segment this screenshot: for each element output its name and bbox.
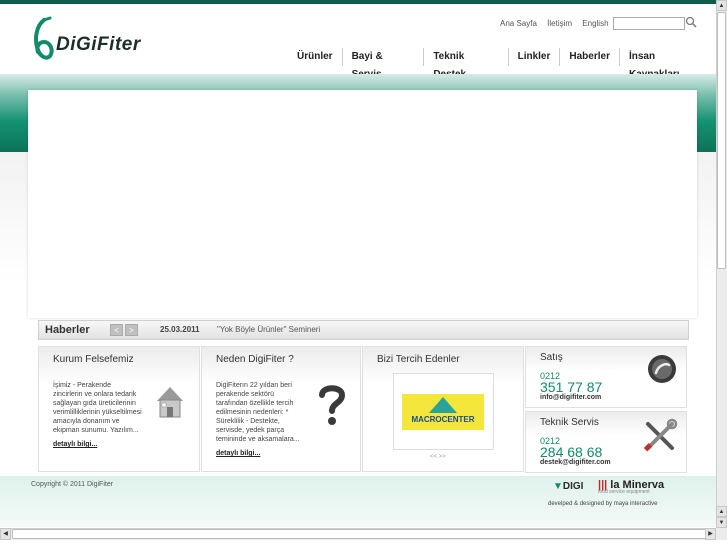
horizontal-scroll-thumb[interactable] xyxy=(12,529,710,539)
why-panel: Neden DigiFiter ? DigiFiterın 22 yıldan … xyxy=(201,346,361,472)
house-icon xyxy=(157,387,183,418)
news-next-button[interactable]: > xyxy=(125,324,138,336)
search-input[interactable] xyxy=(613,17,685,30)
philosophy-text: İşimiz - Perakende zincirlerin ve onlara… xyxy=(53,382,142,434)
sales-title: Satış xyxy=(540,352,563,363)
news-title: Haberler xyxy=(45,324,90,336)
copyright: Copyright © 2011 DigiFiter xyxy=(31,481,114,488)
clients-title: Bizi Tercih Edenler xyxy=(377,354,460,365)
scroll-right-arrow[interactable]: ▶ xyxy=(705,528,716,540)
news-ticker: Haberler < > 25.03.2011 "Yok Böyle Ürünl… xyxy=(38,320,689,340)
nav-dealers-service[interactable]: Bayi & Servis xyxy=(341,48,424,80)
scroll-corner xyxy=(716,528,727,540)
search-icon[interactable] xyxy=(685,16,697,28)
vertical-scroll-thumb[interactable] xyxy=(717,12,726,269)
question-mark-icon xyxy=(319,385,346,425)
logo-text[interactable]: DiGiFiter xyxy=(56,34,141,56)
scroll-down-arrow[interactable]: ▼ xyxy=(716,517,727,528)
philosophy-title: Kurum Felsefemiz xyxy=(53,354,134,365)
phone-icon xyxy=(648,355,676,383)
header: DiGiFiter Ana Sayfa İletişim English Ürü… xyxy=(0,4,716,80)
sales-email[interactable]: info@digifiter.com xyxy=(540,394,601,401)
nav-products[interactable]: Ürünler xyxy=(288,48,342,66)
news-prev-button[interactable]: < xyxy=(110,324,123,336)
nav-links[interactable]: Linkler xyxy=(507,48,560,66)
credits[interactable]: develped & designed by maya interactive xyxy=(548,501,657,507)
service-title: Teknik Servis xyxy=(540,417,599,428)
scroll-up-arrow-bottom[interactable]: ▲ xyxy=(716,506,727,517)
triangle-icon xyxy=(429,397,457,413)
scroll-up-arrow[interactable]: ▲ xyxy=(716,0,727,11)
why-more-link[interactable]: detaylı bilgi... xyxy=(216,450,260,457)
client-logo-frame: MACROCENTER xyxy=(393,373,494,450)
hero-slide xyxy=(28,90,697,318)
why-text: DigiFiterın 22 yıldan beri perakende sek… xyxy=(216,382,300,443)
tools-icon xyxy=(643,418,678,452)
news-headline[interactable]: "Yok Böyle Ürünler" Semineri xyxy=(217,325,320,334)
clients-pager[interactable]: << >> xyxy=(430,454,446,460)
sales-box: Satış 0212 351 77 87 info@digifiter.com xyxy=(525,346,687,408)
service-phone: 284 68 68 xyxy=(540,444,603,460)
brand-laminerva-logo[interactable]: ||| la Minerva food service equipment xyxy=(598,479,664,495)
philosophy-more-link[interactable]: detaylı bilgi... xyxy=(53,441,97,448)
nav-hr[interactable]: İnsan Kaynakları xyxy=(618,48,716,80)
link-contact[interactable]: İletişim xyxy=(547,19,572,28)
top-links: Ana Sayfa İletişim English xyxy=(500,19,617,28)
scroll-left-arrow[interactable]: ◀ xyxy=(0,528,11,540)
service-box: Teknik Servis 0212 284 68 68 destek@digi… xyxy=(525,411,687,473)
sales-phone: 351 77 87 xyxy=(540,379,603,395)
brand-digi-logo[interactable]: ▼DIGI xyxy=(553,481,583,492)
client-logo[interactable]: MACROCENTER xyxy=(402,394,484,430)
client-logo-text: MACROCENTER xyxy=(411,415,475,424)
link-english[interactable]: English xyxy=(582,19,608,28)
why-title: Neden DigiFiter ? xyxy=(216,354,294,365)
news-date: 25.03.2011 xyxy=(160,325,200,334)
service-email[interactable]: destek@digifiter.com xyxy=(540,459,611,466)
link-home[interactable]: Ana Sayfa xyxy=(500,19,537,28)
main-nav: Ürünler Bayi & Servis Teknik Destek Link… xyxy=(288,48,716,80)
philosophy-panel: Kurum Felsefemiz İşimiz - Perakende zinc… xyxy=(38,346,200,472)
nav-tech-support[interactable]: Teknik Destek xyxy=(423,48,507,80)
nav-news[interactable]: Haberler xyxy=(559,48,619,66)
